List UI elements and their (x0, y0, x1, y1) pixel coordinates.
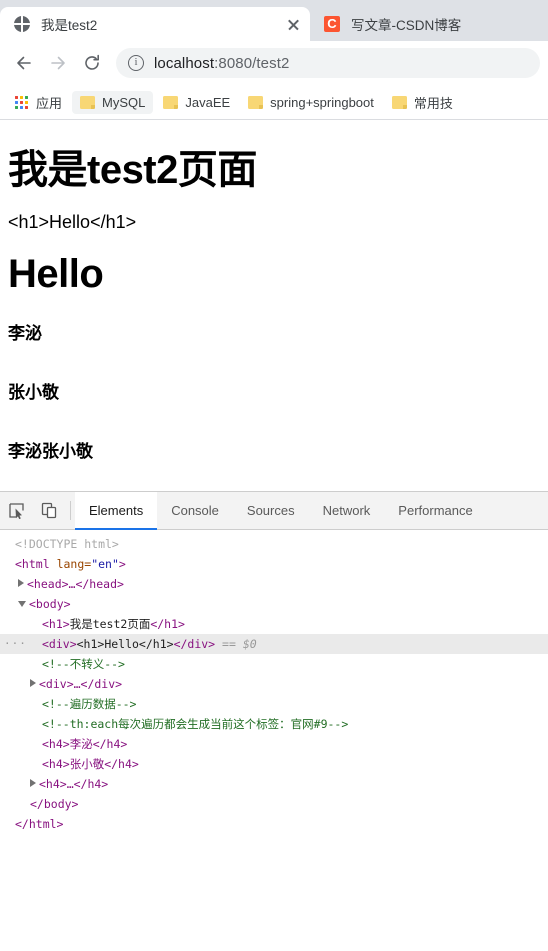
dom-row-head[interactable]: <head>…</head> (0, 574, 548, 594)
globe-icon (14, 16, 30, 32)
devtools-toolbar: Elements Console Sources Network Perform… (0, 492, 548, 530)
browser-tab-csdn[interactable]: C 写文章-CSDN博客 (310, 7, 548, 41)
bookmark-javaee[interactable]: JavaEE (155, 91, 238, 114)
dom-row-body-open[interactable]: <body> (0, 594, 548, 614)
div-close: </div> (173, 636, 216, 651)
tab-sources[interactable]: Sources (233, 492, 309, 529)
html-open-bracket: > (118, 556, 126, 571)
h4-line: <h4>张小敬</h4> (42, 756, 139, 771)
toolbar-divider (70, 501, 71, 520)
chevron-down-icon[interactable] (18, 600, 26, 607)
inspect-element-icon[interactable] (0, 492, 33, 529)
dom-row-body-close[interactable]: </body> (0, 794, 548, 814)
h4-line: <h4>李泌</h4> (42, 736, 128, 751)
tab-title: 写文章-CSDN博客 (351, 18, 462, 33)
h1-close: </h1> (150, 616, 185, 631)
url-path: :8080/test2 (214, 54, 290, 72)
bookmark-apps[interactable]: 应用 (6, 89, 70, 116)
comment-text: <!--遍历数据--> (42, 696, 137, 711)
tab-performance[interactable]: Performance (384, 492, 486, 529)
dom-row-h4-1[interactable]: <h4>李泌</h4> (0, 734, 548, 754)
dom-row-div-collapsed[interactable]: <div>…</div> (0, 674, 548, 694)
tab-elements[interactable]: Elements (75, 492, 158, 530)
bookmark-label: 应用 (36, 95, 63, 111)
head-collapsed: <head>…</head> (27, 576, 124, 591)
tab-strip: 我是test2 C 写文章-CSDN博客 (0, 0, 548, 41)
page-viewport: 我是test2页面 <h1>Hello</h1> Hello 李泌 张小敬 李泌… (0, 120, 548, 491)
comment-text: <!--不转义--> (42, 656, 125, 671)
bookmarks-bar: 应用 MySQL JavaEE spring+springboot 常用技 (0, 85, 548, 120)
browser-toolbar: i localhost:8080/test2 (0, 41, 548, 85)
dom-row-html-close[interactable]: </html> (0, 814, 548, 834)
dom-tree[interactable]: <!DOCTYPE html> <html lang="en"> <head>…… (0, 530, 548, 903)
list-item: 李泌张小敬 (8, 442, 93, 461)
tab-content: 我是test2 (14, 14, 97, 34)
back-button[interactable] (8, 47, 40, 79)
dom-row-comment-3[interactable]: <!--th:each每次遍历都会生成当前这个标签：官网#9--> (0, 714, 548, 734)
dom-row-comment-1[interactable]: <!--不转义--> (0, 654, 548, 674)
h4-collapsed: <h4>…</h4> (39, 776, 109, 791)
url-host: localhost (154, 54, 215, 72)
forward-button (42, 47, 74, 79)
doctype-text: <!DOCTYPE html> (15, 536, 119, 551)
csdn-icon: C (324, 16, 340, 32)
bookmark-label: 常用技 (413, 95, 453, 111)
html-lang-attr-name: lang (56, 556, 85, 571)
browser-chrome: 我是test2 C 写文章-CSDN博客 i localhost:8080/te… (0, 0, 548, 120)
bookmark-spring-springboot[interactable]: spring+springboot (240, 91, 382, 114)
reload-button[interactable] (76, 47, 108, 79)
chevron-right-icon[interactable] (30, 778, 36, 787)
apps-grid-icon (14, 95, 29, 110)
browser-tab-active[interactable]: 我是test2 (0, 7, 310, 41)
dom-row-doctype[interactable]: <!DOCTYPE html> (0, 534, 548, 554)
list-item: 李泌 (8, 324, 42, 343)
tab-title: 我是test2 (41, 18, 98, 33)
div-open: <div> (42, 636, 77, 651)
dom-row-h4-collapsed[interactable]: <h4>…</h4> (0, 774, 548, 794)
tab-console[interactable]: Console (157, 492, 233, 529)
chevron-right-icon[interactable] (18, 578, 24, 587)
dom-row-html-open[interactable]: <html lang="en"> (0, 554, 548, 574)
folder-icon (80, 95, 96, 109)
h1-text: 我是test2页面 (69, 616, 151, 631)
device-toolbar-icon[interactable] (33, 492, 66, 529)
html-open-tag: <html (15, 556, 50, 571)
tab-content: C 写文章-CSDN博客 (324, 14, 461, 34)
div-inner-text: <h1>Hello</h1> (76, 636, 174, 651)
h1-open: <h1> (42, 616, 70, 631)
dom-row-comment-2[interactable]: <!--遍历数据--> (0, 694, 548, 714)
page-title: 我是test2页面 (8, 148, 257, 192)
selector-ref: == $0 (222, 636, 257, 651)
dom-row-selected-div[interactable]: ··· <div><h1>Hello</h1></div> == $0 (0, 634, 548, 654)
bookmark-label: JavaEE (185, 94, 231, 110)
escaped-html-text: <h1>Hello</h1> (8, 212, 137, 232)
more-options-icon[interactable]: ··· (4, 635, 27, 652)
site-info-icon[interactable]: i (128, 55, 144, 71)
html-lang-attr-value: "en" (91, 556, 119, 571)
div-collapsed: <div>…</div> (39, 676, 123, 691)
comment-text: <!--th:each每次遍历都会生成当前这个标签：官网#9--> (42, 716, 349, 731)
close-icon[interactable] (285, 16, 302, 33)
folder-icon (163, 95, 179, 109)
dom-row-h1[interactable]: <h1>我是test2页面</h1> (0, 614, 548, 634)
list-item: 张小敬 (8, 383, 59, 402)
address-bar[interactable]: i localhost:8080/test2 (116, 48, 540, 78)
bookmark-label: MySQL (102, 94, 146, 110)
rendered-heading: Hello (8, 252, 104, 296)
url-text: localhost:8080/test2 (154, 55, 289, 72)
devtools-tabs: Elements Console Sources Network Perform… (75, 492, 487, 530)
devtools-panel: Elements Console Sources Network Perform… (0, 491, 548, 903)
bookmark-changyongji[interactable]: 常用技 (384, 89, 461, 116)
bookmark-mysql[interactable]: MySQL (72, 90, 154, 114)
bookmark-label: spring+springboot (270, 94, 374, 110)
folder-icon (248, 95, 264, 109)
html-close-tag: </html> (15, 816, 64, 831)
body-open-tag: <body> (29, 596, 71, 611)
body-close-tag: </body> (30, 796, 79, 811)
dom-row-h4-2[interactable]: <h4>张小敬</h4> (0, 754, 548, 774)
tab-network[interactable]: Network (309, 492, 385, 529)
folder-icon (391, 95, 407, 109)
chevron-right-icon[interactable] (30, 678, 36, 687)
